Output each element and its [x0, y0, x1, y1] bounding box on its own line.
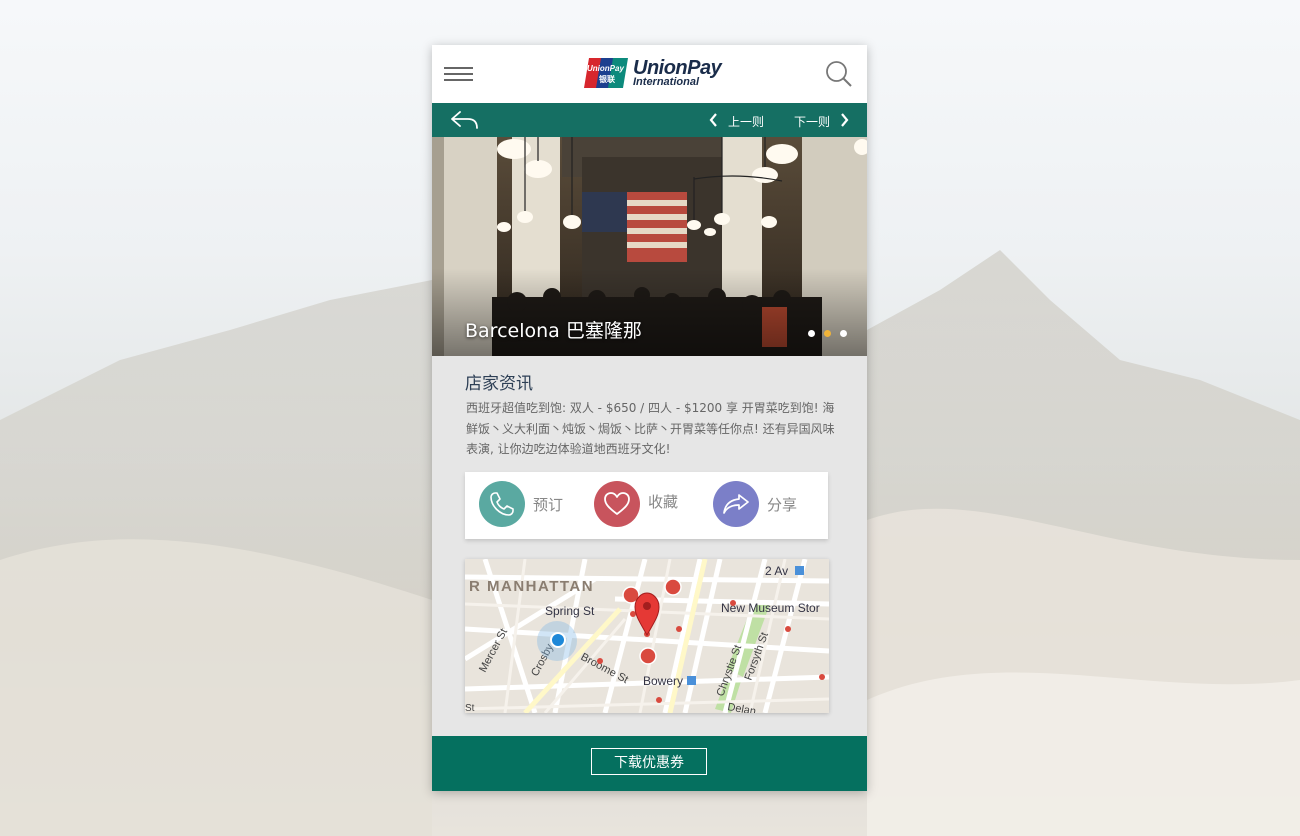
favorite-button[interactable]: 收藏	[594, 480, 678, 528]
brand-name: UnionPay	[633, 56, 722, 79]
chevron-left-icon	[708, 112, 720, 131]
hamburger-menu-icon[interactable]	[444, 64, 474, 84]
chevron-right-icon	[838, 112, 850, 131]
map-label-area: R MANHATTAN	[469, 578, 594, 595]
unionpay-logo: UnionPay 银联 UnionPay International	[583, 56, 722, 89]
download-coupon-button[interactable]: 下载优惠券	[591, 748, 707, 775]
share-icon	[713, 481, 759, 527]
location-map[interactable]: R MANHATTAN Spring St Mercer St Crosby B…	[463, 558, 830, 718]
store-description: 西班牙超值吃到饱: 双人 - $650 / 四人 - $1200 享 开胃菜吃到…	[466, 401, 835, 456]
reserve-label: 预订	[533, 495, 564, 514]
subway-icon	[687, 676, 696, 685]
carousel-dot-1[interactable]	[808, 330, 815, 337]
reserve-button[interactable]: 预订	[479, 480, 563, 528]
svg-text:UnionPay: UnionPay	[587, 64, 624, 73]
carousel-dots	[808, 330, 847, 337]
map-label-st: St	[465, 703, 475, 713]
subway-icon	[795, 566, 804, 575]
hero-title: Barcelona 巴塞隆那	[465, 320, 642, 342]
current-location-icon	[550, 632, 566, 648]
reply-back-icon[interactable]	[450, 109, 480, 131]
search-icon[interactable]	[825, 60, 853, 88]
app-header: UnionPay 银联 UnionPay International	[432, 45, 867, 103]
next-label: 下一则	[794, 114, 831, 129]
svg-text:银联: 银联	[598, 74, 615, 84]
action-bar: 预订 收藏 分享	[465, 472, 828, 539]
phone-screen: UnionPay 银联 UnionPay International 上一则 下…	[432, 45, 867, 791]
carousel-dot-3[interactable]	[840, 330, 847, 337]
map-label-bowery: Bowery	[643, 674, 683, 688]
unionpay-logo-mark: UnionPay 银联	[583, 57, 629, 89]
map-label-spring: Spring St	[545, 604, 595, 618]
section-title: 店家资讯	[465, 374, 533, 394]
footer-bar: 下载优惠券	[432, 736, 867, 791]
article-navbar: 上一则 下一则	[432, 103, 867, 137]
carousel-dot-2[interactable]	[824, 330, 831, 337]
prev-article-button[interactable]: 上一则	[708, 111, 764, 131]
share-label: 分享	[767, 495, 798, 514]
restaurant-photo-carousel[interactable]: Barcelona 巴塞隆那	[432, 137, 867, 356]
share-button[interactable]: 分享	[713, 480, 797, 528]
heart-icon	[594, 481, 640, 527]
favorite-label: 收藏	[648, 492, 679, 511]
street-map: R MANHATTAN Spring St Mercer St Crosby B…	[463, 558, 830, 718]
next-article-button[interactable]: 下一则	[794, 111, 850, 131]
map-label-2av: 2 Av	[765, 564, 788, 578]
phone-icon	[479, 481, 525, 527]
prev-label: 上一则	[728, 114, 765, 129]
